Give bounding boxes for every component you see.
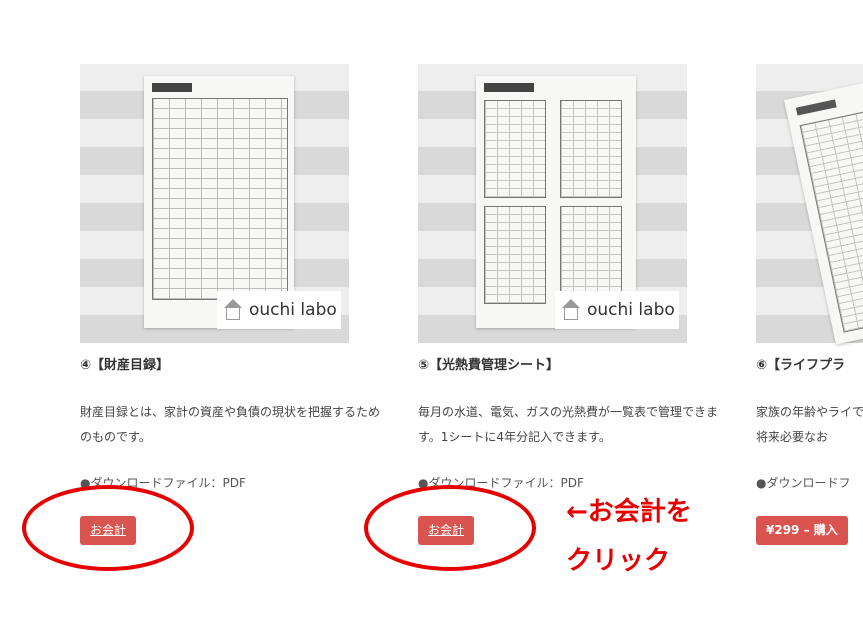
product-title: ⑥【ライフプラ <box>756 358 846 373</box>
product-image[interactable]: ouchi labo <box>80 64 349 343</box>
annotation-line-2: クリック <box>566 546 671 576</box>
product-description: 毎月の水道、電気、ガスの光熱費が一覧表で管理できます。1シートに4年分記入できま… <box>418 405 719 444</box>
product-image[interactable] <box>756 64 863 345</box>
logo-text: ouchi labo <box>249 300 337 320</box>
logo-text: ouchi labo <box>587 300 675 320</box>
product-description: 家族の年齢やライで、将来必要なお <box>756 405 863 444</box>
annotation-line-1: ←お会計を <box>566 497 692 527</box>
product-description: 財産目録とは、家計の資産や負債の現状を把握するためのものです。 <box>80 405 381 444</box>
product-card-kounetsuhi: ouchi labo ⑤【光熱費管理シート】 毎月の水道、電気、ガスの光熱費が一… <box>418 64 718 545</box>
brand-logo: ouchi labo <box>555 291 679 329</box>
house-logo-icon <box>561 299 581 321</box>
product-title: ⑤【光熱費管理シート】 <box>418 358 560 373</box>
house-logo-icon <box>223 299 243 321</box>
highlight-circle <box>22 485 194 571</box>
worksheet-preview <box>784 77 863 345</box>
download-info: ●ダウンロードフ <box>756 476 851 490</box>
brand-logo: ouchi labo <box>217 291 341 329</box>
product-image[interactable]: ouchi labo <box>418 64 687 343</box>
highlight-circle <box>364 485 536 571</box>
buy-button[interactable]: ¥299 – 購入 <box>756 516 848 545</box>
product-card-zaisan: ouchi labo ④【財産目録】 財産目録とは、家計の資産や負債の現状を把握… <box>80 64 380 545</box>
product-title: ④【財産目録】 <box>80 358 170 373</box>
